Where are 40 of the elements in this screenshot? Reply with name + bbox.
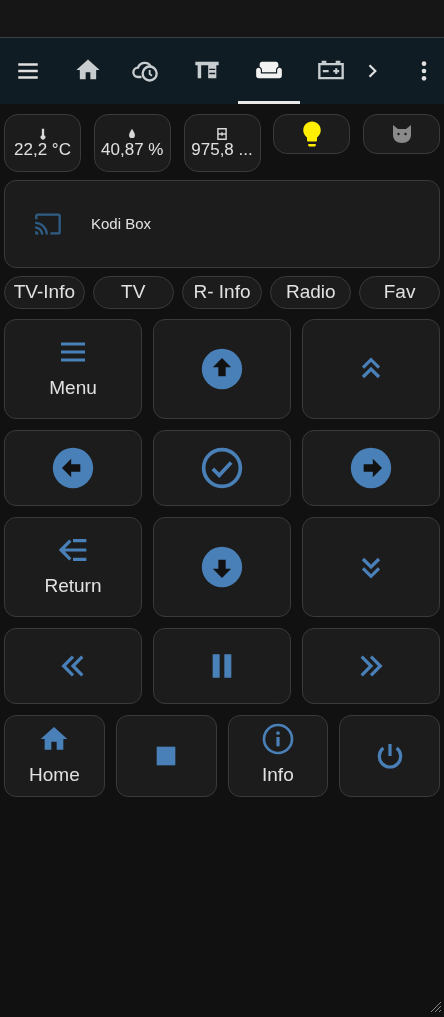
sensor-chip[interactable]: 40,87 % <box>93 114 171 172</box>
pill-button[interactable]: Fav <box>359 276 440 309</box>
arrow-right-icon <box>349 446 393 490</box>
arrow-up-icon <box>200 347 244 391</box>
button-label: Menu <box>49 375 97 400</box>
remote-button[interactable] <box>302 430 440 506</box>
resize-handle-icon[interactable] <box>430 1001 442 1013</box>
pill-button[interactable]: TV <box>92 276 174 309</box>
remote-button[interactable] <box>153 517 291 617</box>
remote-button[interactable] <box>115 715 217 797</box>
remote-button[interactable]: Home <box>4 715 105 797</box>
button-label: Info <box>262 762 294 787</box>
check-circle-icon <box>200 446 244 490</box>
pill-button[interactable]: TV-Info <box>4 276 85 309</box>
sensor-chip[interactable]: 975,8 ... <box>183 114 261 172</box>
button-label: Return <box>44 573 102 598</box>
media-name: Kodi Box <box>91 213 152 234</box>
sensor-value: 40,87 % <box>101 140 164 160</box>
info-icon <box>261 722 294 755</box>
arrow-left-icon <box>51 446 95 490</box>
toggle-chip[interactable] <box>363 114 440 154</box>
remote-button[interactable]: Return <box>4 517 142 617</box>
media-card[interactable]: Kodi Box <box>4 180 440 268</box>
remote-button[interactable] <box>153 628 291 704</box>
remote-button[interactable] <box>339 715 440 797</box>
button-label: Home <box>29 762 80 787</box>
sensor-value: 975,8 ... <box>191 140 253 160</box>
remote-button[interactable]: Info <box>227 715 329 797</box>
gauge-icon <box>215 126 229 141</box>
remote-button[interactable] <box>153 430 291 506</box>
pill-button[interactable]: Radio <box>270 276 352 309</box>
remote-button[interactable] <box>4 430 142 506</box>
arrow-down-icon <box>200 545 244 589</box>
sensor-chip[interactable]: 22,2 °C <box>4 114 81 172</box>
toggle-chip[interactable] <box>273 114 351 154</box>
pill-button[interactable]: R- Info <box>181 276 263 309</box>
remote-button[interactable]: Menu <box>4 319 142 419</box>
more-icon <box>421 61 427 81</box>
remote-button[interactable] <box>153 319 291 419</box>
sensor-value: 22,2 °C <box>14 140 71 160</box>
